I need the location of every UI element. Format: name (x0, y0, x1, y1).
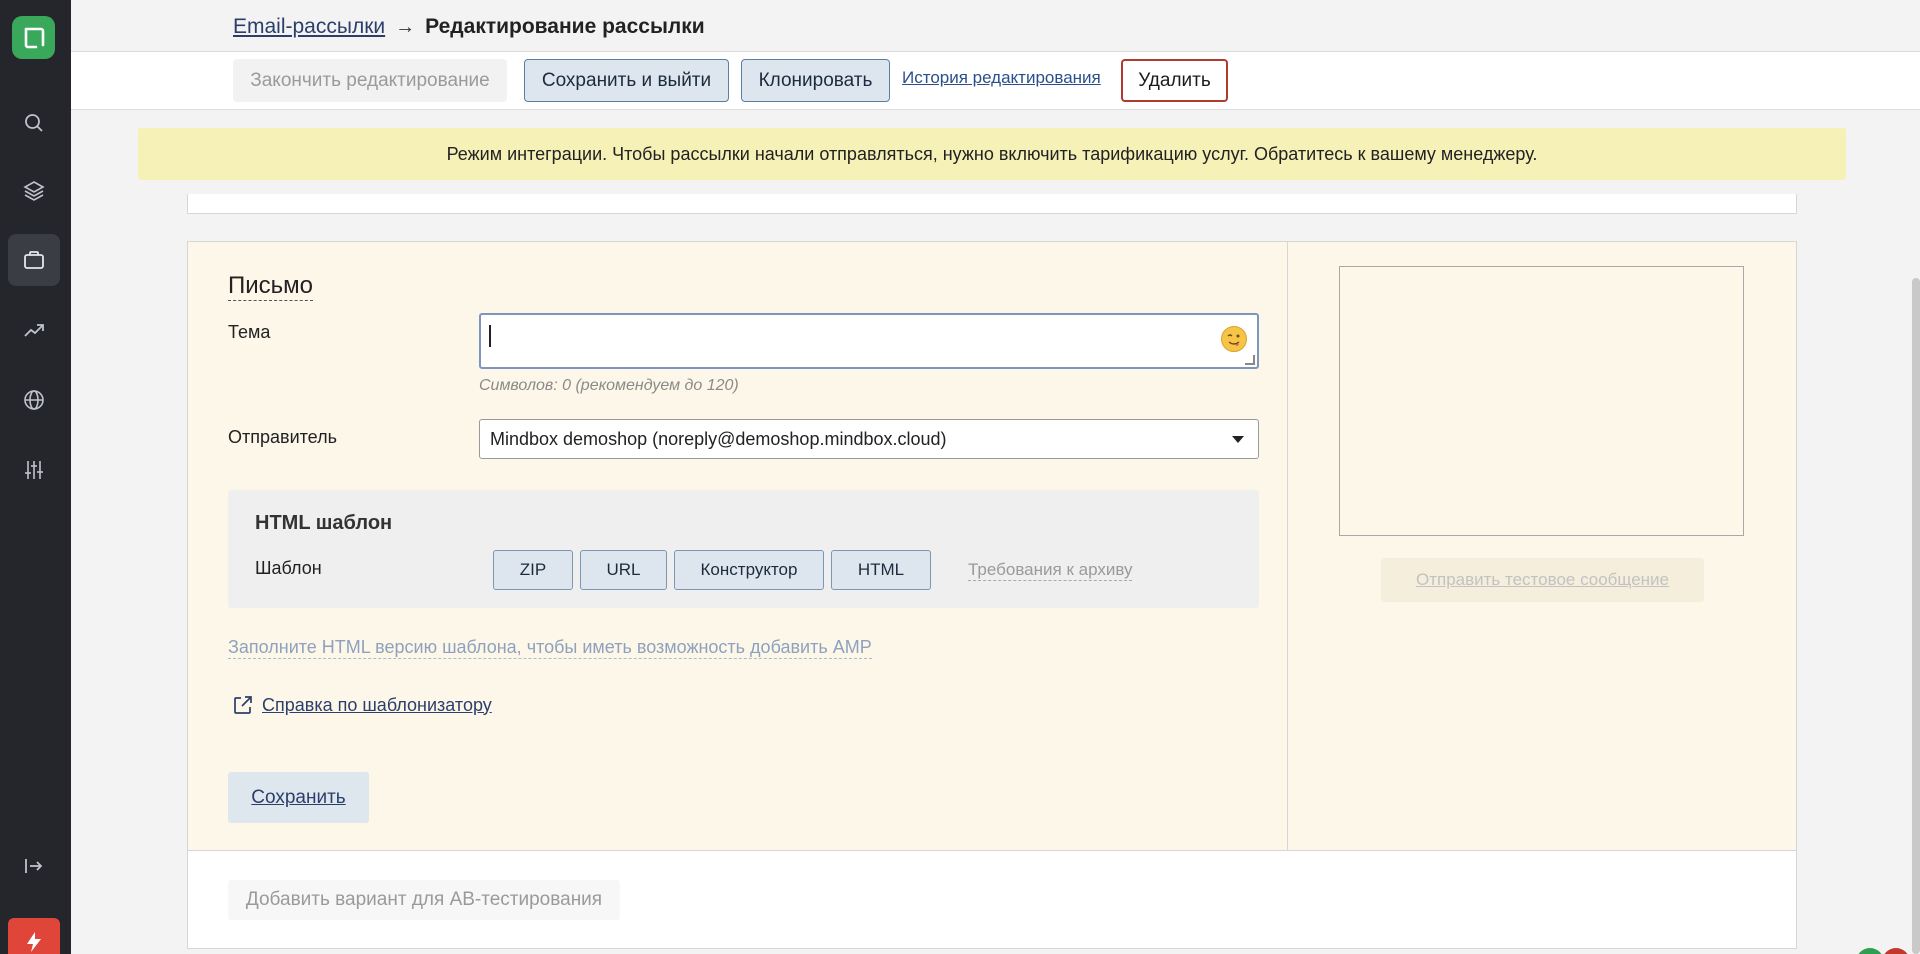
subject-input[interactable] (479, 313, 1259, 369)
toolbar: Закончить редактирование Сохранить и вый… (71, 52, 1920, 110)
layers-icon[interactable] (8, 164, 60, 216)
resize-handle[interactable] (1245, 355, 1255, 365)
template-constructor-button[interactable]: Конструктор (674, 550, 824, 590)
text-caret (489, 325, 491, 347)
letter-form: Письмо Тема Символов: 0 (рекомендуем до … (188, 242, 1288, 850)
template-help-link[interactable]: Справка по шаблонизатору (262, 695, 492, 716)
help-row: Справка по шаблонизатору (232, 694, 492, 716)
sender-select[interactable]: Mindbox demoshop (noreply@demoshop.mindb… (479, 419, 1259, 459)
clone-button[interactable]: Клонировать (741, 59, 890, 102)
breadcrumb: Email-рассылки → Редактирование рассылки (233, 15, 705, 39)
subject-char-hint: Символов: 0 (рекомендуем до 120) (479, 377, 739, 394)
globe-icon[interactable] (8, 374, 60, 426)
add-ab-variant-button[interactable]: Добавить вариант для AB-тестирования (228, 880, 620, 920)
page-scrollbar[interactable] (1912, 278, 1920, 954)
page-title: Редактирование рассылки (425, 15, 705, 38)
preview-column: Отправить тестовое сообщение (1288, 242, 1796, 850)
sidebar (0, 0, 71, 954)
letter-preview (1339, 266, 1744, 536)
finish-editing-button[interactable]: Закончить редактирование (233, 59, 507, 102)
template-html-button[interactable]: HTML (831, 550, 931, 590)
sender-label: Отправитель (228, 427, 337, 447)
chat-widget-icon[interactable] (1856, 948, 1884, 954)
save-button[interactable]: Сохранить (228, 772, 369, 823)
section-title[interactable]: Письмо (228, 272, 314, 301)
send-test-message-button[interactable]: Отправить тестовое сообщение (1381, 558, 1704, 602)
html-template-title: HTML шаблон (255, 512, 393, 534)
html-template-box: HTML шаблон Шаблон ZIP URL Конструктор H… (228, 490, 1259, 608)
subject-label: Тема (228, 322, 271, 342)
save-and-exit-button[interactable]: Сохранить и выйти (524, 59, 729, 102)
breadcrumb-arrow: → (395, 15, 416, 38)
integration-notice: Режим интеграции. Чтобы рассылки начали … (138, 128, 1846, 180)
emoji-picker-icon[interactable] (1221, 326, 1247, 352)
template-zip-button[interactable]: ZIP (493, 550, 573, 590)
template-url-button[interactable]: URL (580, 550, 667, 590)
logo-icon[interactable] (12, 16, 55, 59)
sliders-icon[interactable] (8, 444, 60, 496)
archive-requirements-link[interactable]: Требования к архиву (968, 560, 1133, 581)
sender-value: Mindbox demoshop (noreply@demoshop.mindb… (490, 428, 947, 449)
template-label: Шаблон (255, 558, 322, 578)
header: Email-рассылки → Редактирование рассылки (71, 0, 1920, 52)
ab-test-row: Добавить вариант для AB-тестирования (188, 850, 1796, 948)
trending-icon[interactable] (8, 304, 60, 356)
search-icon[interactable] (8, 97, 60, 149)
edit-history-link[interactable]: История редактирования (902, 68, 1101, 88)
notification-widget-icon[interactable] (1882, 948, 1910, 954)
briefcase-icon[interactable] (8, 234, 60, 286)
external-link-icon (234, 696, 252, 714)
breadcrumb-email-link[interactable]: Email-рассылки (233, 15, 385, 39)
delete-button[interactable]: Удалить (1121, 59, 1228, 102)
letter-panel: Письмо Тема Символов: 0 (рекомендуем до … (187, 241, 1797, 949)
chevron-down-icon (1232, 436, 1244, 443)
previous-panel (187, 194, 1797, 214)
expand-icon[interactable] (8, 840, 60, 892)
add-amp-link[interactable]: Заполните HTML версию шаблона, чтобы име… (228, 637, 872, 659)
bolt-icon[interactable] (8, 918, 60, 954)
